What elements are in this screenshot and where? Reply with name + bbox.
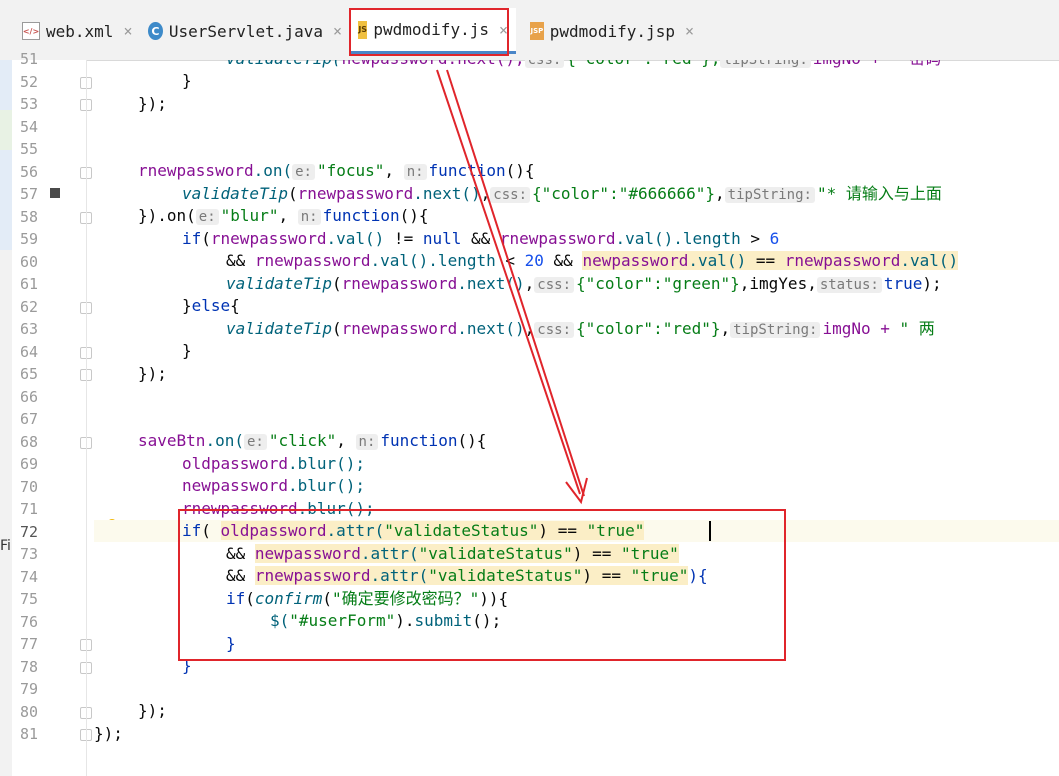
- annotation-arrow: [436, 69, 588, 505]
